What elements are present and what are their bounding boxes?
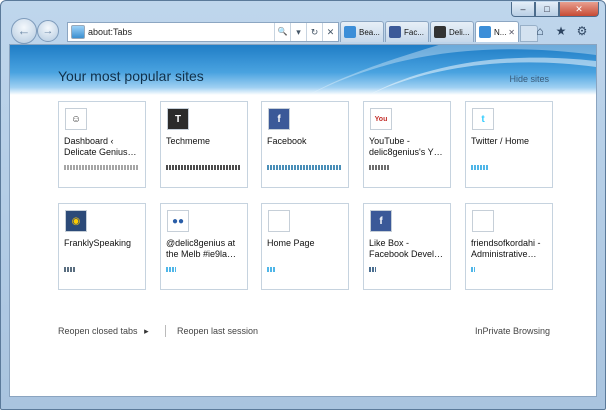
back-button[interactable]: ← [11,18,37,44]
tab-strip: Bea... Fac... Deli... N... ✕ [340,21,538,42]
camera-icon: ◉ [65,210,87,232]
activity-meter [166,165,241,170]
techmeme-icon: T [167,108,189,130]
browser-tab[interactable]: Deli... [430,21,474,42]
github-icon [434,26,446,38]
site-tile[interactable]: ☺ Dashboard ‹ Delicate Genius… [58,101,146,188]
home-icon[interactable]: ⌂ [533,24,547,38]
site-tile-title: Twitter / Home [471,136,530,146]
close-window-button[interactable]: ✕ [559,2,599,17]
inprivate-browsing-link[interactable]: InPrivate Browsing [475,326,550,336]
site-tile-title: Dashboard ‹ Delicate Genius… [64,136,137,157]
activity-meter [64,165,139,170]
site-tile-title: Like Box - Facebook Devel… [369,238,444,259]
browser-tab[interactable]: Fac... [385,21,429,42]
activity-meter [369,165,389,170]
navigation-bar: ← → about:Tabs 🔍 ▾ ↻ ✕ Bea... Fac... Deli.… [9,18,601,44]
ie-page-icon [71,25,85,39]
tab-label: Fac... [404,27,425,37]
tab-label: Deli... [449,27,470,37]
footer-divider [165,325,166,337]
blank-page-icon [268,210,290,232]
activity-meter [369,267,376,272]
activity-meter [471,165,488,170]
stop-button[interactable]: ✕ [322,23,338,41]
refresh-button[interactable]: ↻ [306,23,322,41]
blank-page-icon [472,210,494,232]
activity-meter [166,267,176,272]
favorites-icon[interactable]: ★ [554,24,568,38]
twitter-icon: t [472,108,494,130]
new-tab-page: Your most popular sites Hide sites ☺ Dash… [9,44,597,397]
youtube-icon: You [370,108,392,130]
activity-meter [471,267,475,272]
reopen-closed-tabs-link[interactable]: Reopen closed tabs ▸ [58,326,149,337]
site-tile[interactable]: f Like Box - Facebook Devel… [363,203,451,290]
facebook-icon [389,26,401,38]
site-tile[interactable]: T Techmeme [160,101,248,188]
activity-meter [267,267,275,272]
site-tile-title: friendsofkordahi - Administrative… [471,238,541,259]
site-tile[interactable]: Home Page [261,203,349,290]
site-tile[interactable]: ●● @delic8genius at the Melb #ie9la… [160,203,248,290]
site-tile[interactable]: f Facebook [261,101,349,188]
expand-arrow-icon: ▸ [144,326,149,336]
window-caption-buttons: – □ ✕ [511,2,599,17]
site-tile-title: Home Page [267,238,315,248]
page-title: Your most popular sites [58,68,204,84]
address-bar[interactable]: about:Tabs 🔍 ▾ ↻ ✕ [67,22,339,42]
tools-gear-icon[interactable]: ⚙ [575,24,589,38]
reopen-closed-tabs-label: Reopen closed tabs [58,326,138,336]
ie-page-icon [479,26,491,38]
site-tile[interactable]: ◉ FranklySpeaking [58,203,146,290]
minimize-button[interactable]: – [511,2,535,17]
activity-meter [267,165,342,170]
address-url[interactable]: about:Tabs [88,27,274,37]
tab-label: N... [494,27,507,37]
address-dropdown-button[interactable]: ▾ [290,23,306,41]
reopen-last-session-link[interactable]: Reopen last session [177,326,258,336]
command-buttons: ⌂ ★ ⚙ [533,24,589,38]
activity-meter [64,267,75,272]
site-tile-title: Facebook [267,136,307,146]
tab-label: Bea... [359,27,380,37]
browser-tab[interactable]: N... ✕ [475,21,519,42]
browser-tab[interactable]: Bea... [340,21,384,42]
site-tile-title: FranklySpeaking [64,238,132,248]
facebook-icon: f [268,108,290,130]
maximize-button[interactable]: □ [535,2,559,17]
hide-sites-link[interactable]: Hide sites [509,74,549,84]
forward-button[interactable]: → [37,20,59,42]
site-tile[interactable]: You YouTube - delic8genius's Y… [363,101,451,188]
browser-window: – □ ✕ ← → about:Tabs 🔍 ▾ ↻ ✕ Bea... Fac..… [0,0,606,410]
site-tile-title: @delic8genius at the Melb #ie9la… [166,238,237,259]
site-tile[interactable]: friendsofkordahi - Administrative… [465,203,553,290]
site-tile-title: Techmeme [166,136,211,146]
close-tab-icon[interactable]: ✕ [508,28,515,37]
avatar-icon: ☺ [65,108,87,130]
blue-dots-icon: ●● [167,210,189,232]
site-tile[interactable]: t Twitter / Home [465,101,553,188]
facebook-icon: f [370,210,392,232]
search-icon[interactable]: 🔍 [274,23,290,41]
ie-page-icon [344,26,356,38]
site-tile-title: YouTube - delic8genius's Y… [369,136,443,157]
